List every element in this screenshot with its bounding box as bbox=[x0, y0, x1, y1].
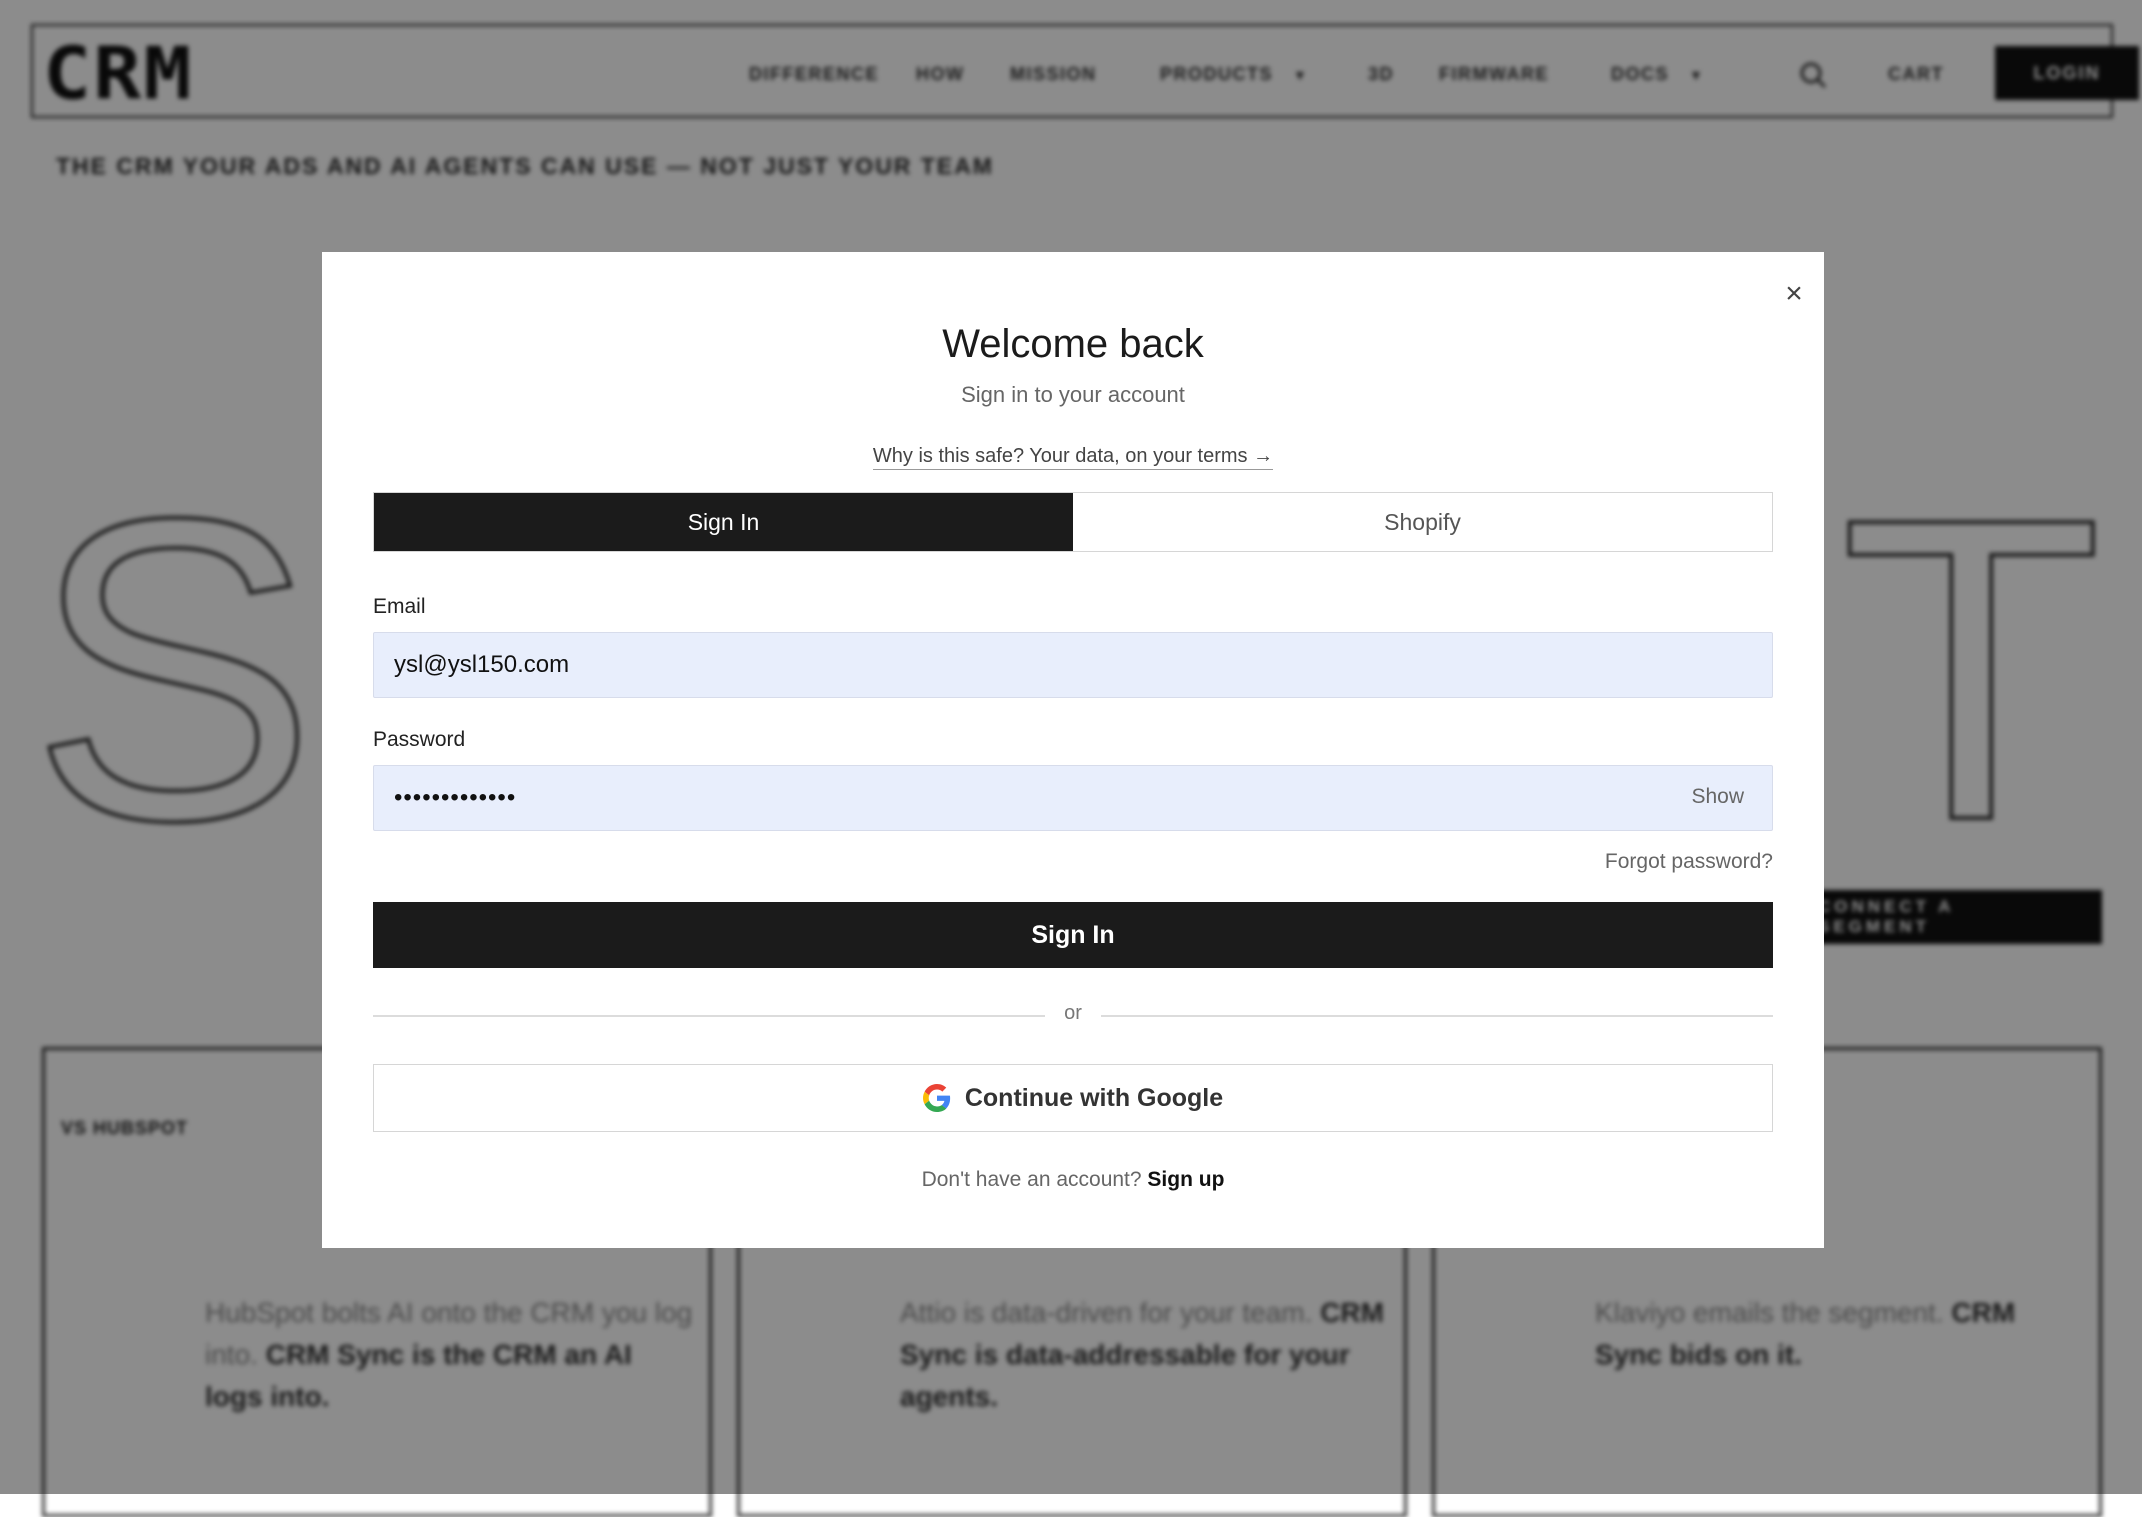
tab-sign-in[interactable]: Sign In bbox=[374, 493, 1073, 551]
password-label: Password bbox=[373, 728, 466, 751]
auth-tabs: Sign In Shopify bbox=[373, 492, 1773, 552]
forgot-password-link[interactable]: Forgot password? bbox=[1605, 850, 1773, 874]
password-field[interactable]: ••••••••••••• Show bbox=[373, 765, 1773, 831]
google-icon bbox=[922, 1084, 950, 1112]
safety-link[interactable]: Why is this safe? Your data, on your ter… bbox=[872, 445, 1274, 470]
password-value: ••••••••••••• bbox=[394, 784, 517, 811]
signup-prompt: Don't have an account? Sign up bbox=[322, 1168, 1824, 1192]
sign-up-link[interactable]: Sign up bbox=[1147, 1168, 1224, 1191]
show-password-button[interactable]: Show bbox=[1691, 785, 1744, 809]
or-separator: or bbox=[1064, 1002, 1082, 1024]
email-value: ysl@ysl150.com bbox=[394, 651, 570, 678]
email-label: Email bbox=[373, 595, 426, 618]
no-account-text: Don't have an account? bbox=[921, 1168, 1142, 1191]
email-field[interactable]: ysl@ysl150.com bbox=[373, 632, 1773, 698]
safety-info: Why is this safe? Your data, on your ter… bbox=[322, 445, 1824, 470]
modal-title: Welcome back bbox=[942, 322, 1204, 366]
tab-shopify[interactable]: Shopify bbox=[1073, 493, 1772, 551]
google-sign-in-button[interactable]: Continue with Google bbox=[373, 1064, 1773, 1132]
login-modal: × Welcome back Sign in to your account W… bbox=[322, 252, 1824, 1248]
sign-in-button[interactable]: Sign In bbox=[373, 902, 1773, 968]
close-icon[interactable]: × bbox=[1776, 276, 1812, 312]
google-button-label: Continue with Google bbox=[964, 1083, 1224, 1112]
modal-subtitle: Sign in to your account bbox=[961, 382, 1185, 407]
